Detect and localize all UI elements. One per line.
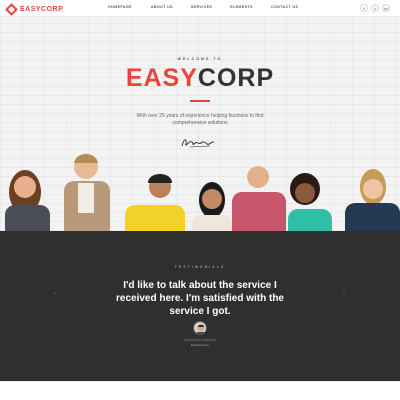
hero-brand-title: EASYCORP bbox=[0, 64, 400, 93]
testimonial-quote: I'd like to talk about the service I rec… bbox=[116, 280, 284, 317]
person-figure bbox=[5, 170, 50, 231]
testimonial-person-name: JONATHAN DAVIDSON bbox=[183, 338, 217, 342]
next-arrow-icon[interactable]: › bbox=[343, 291, 345, 297]
person-figure bbox=[64, 154, 110, 231]
team-photo bbox=[5, 154, 400, 231]
nav-about-us[interactable]: ABOUT US bbox=[151, 5, 173, 9]
logo-mark-icon bbox=[5, 2, 18, 16]
main-nav: HOMEPAGE ABOUT US SERVICES ELEMENTS CONT… bbox=[108, 5, 316, 9]
nav-elements[interactable]: ELEMENTS bbox=[230, 5, 253, 9]
logo-text: EASYCORP bbox=[20, 5, 64, 13]
hero-tagline: With over 25 years of experience helping… bbox=[136, 113, 264, 126]
instagram-icon[interactable]: in bbox=[382, 4, 390, 12]
prev-arrow-icon[interactable]: ‹ bbox=[54, 291, 56, 297]
page-bottom-section bbox=[0, 381, 400, 400]
testimonial-person-role: Businessman bbox=[190, 343, 209, 347]
testimonials-label: TESTIMONIALS bbox=[174, 265, 226, 269]
person-figure bbox=[192, 182, 232, 231]
nav-services[interactable]: SERVICES bbox=[191, 5, 212, 9]
nav-homepage[interactable]: HOMEPAGE bbox=[108, 5, 132, 9]
facebook-icon[interactable]: f bbox=[360, 4, 368, 12]
testimonials-section: TESTIMONIALS ‹ I'd like to talk about th… bbox=[0, 231, 400, 381]
avatar bbox=[193, 321, 207, 335]
brand-part-easy: EASY bbox=[125, 64, 198, 92]
person-figure bbox=[345, 169, 400, 231]
social-links: f t in bbox=[357, 4, 390, 12]
hero-welcome: WELCOME TO bbox=[177, 57, 223, 61]
person-figure bbox=[125, 174, 185, 231]
nav-contact-us[interactable]: CONTACT US bbox=[271, 5, 298, 9]
hero-section: WELCOME TO EASYCORP With over 25 years o… bbox=[0, 17, 400, 231]
site-header: EASYCORP HOMEPAGE ABOUT US SERVICES ELEM… bbox=[0, 0, 400, 17]
twitter-icon[interactable]: t bbox=[371, 4, 379, 12]
brand-part-corp: CORP bbox=[197, 64, 275, 92]
accent-divider bbox=[190, 100, 210, 102]
person-figure bbox=[288, 173, 332, 231]
person-figure bbox=[232, 166, 286, 231]
avatar-icon bbox=[194, 322, 206, 334]
logo[interactable]: EASYCORP bbox=[5, 2, 64, 16]
